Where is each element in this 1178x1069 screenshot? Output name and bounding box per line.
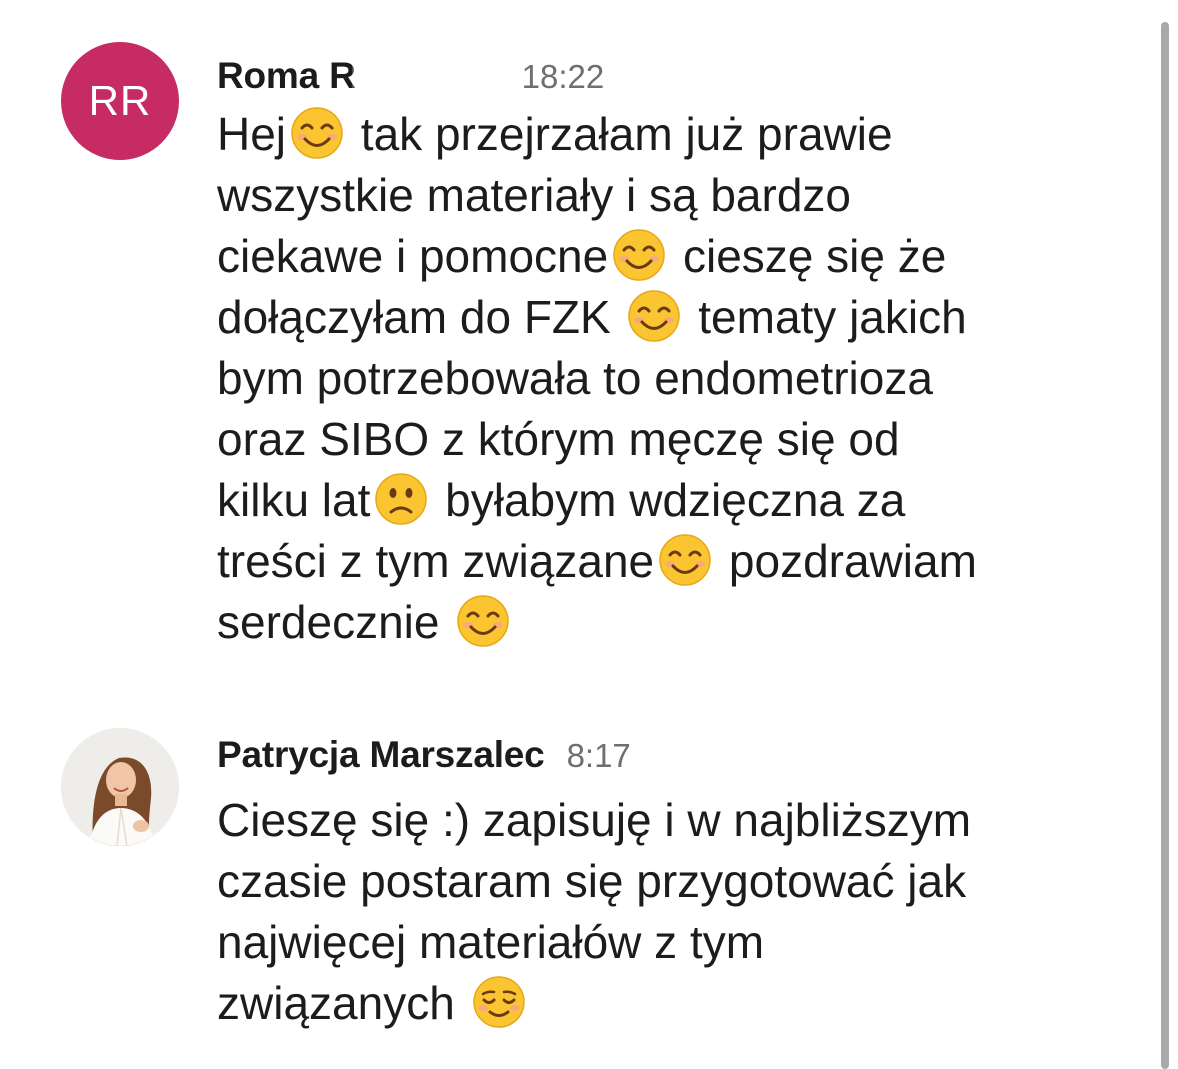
smile-emoji-icon xyxy=(456,594,510,648)
message-line: wszystkie materiały i są bardzo xyxy=(217,165,1117,226)
message-time: 8:17 xyxy=(566,737,631,774)
message-text-segment: pozdrawiam xyxy=(716,535,977,587)
message-text-segment: bym potrzebowała to endometrioza xyxy=(217,352,933,404)
message-text-segment: cieszę się że xyxy=(670,230,947,282)
profile-photo-icon xyxy=(61,728,179,846)
message-text-segment: tak przejrzałam już prawie xyxy=(348,108,893,160)
message-text-segment: Hej xyxy=(217,108,287,160)
message-text-segment: Cieszę się :) zapisuję i w najbliższym xyxy=(217,794,972,846)
message-text-segment: związanych xyxy=(217,977,468,1029)
message-line: najwięcej materiałów z tym xyxy=(217,912,1117,973)
message-text-segment: najwięcej materiałów z tym xyxy=(217,916,765,968)
message-text: Hej tak przejrzałam już prawie wszystkie … xyxy=(217,104,1117,653)
message-text-segment: oraz SIBO z którym męczę się od xyxy=(217,413,900,465)
message-line: bym potrzebowała to endometrioza xyxy=(217,348,1117,409)
avatar[interactable]: RR xyxy=(61,42,179,160)
smile-emoji-icon xyxy=(612,228,666,282)
message-line: oraz SIBO z którym męczę się od xyxy=(217,409,1117,470)
message-text-segment: czasie postaram się przygotować jak xyxy=(217,855,967,907)
smile-emoji-icon xyxy=(627,289,681,343)
chat-thread: RR Roma R 18:22 Hej tak przejrzałam już … xyxy=(0,0,1178,1069)
message-text: Cieszę się :) zapisuję i w najbliższym cz… xyxy=(217,790,1117,1034)
message-line: Hej tak przejrzałam już prawie xyxy=(217,104,1117,165)
sender-name[interactable]: Patrycja Marszalec xyxy=(217,734,545,776)
message-header: Roma R 18:22 xyxy=(217,48,1117,96)
message-time: 18:22 xyxy=(521,58,605,95)
relieved-emoji-icon xyxy=(472,975,526,1029)
message-line: serdecznie xyxy=(217,592,1117,653)
message-text-segment: dołączyłam do FZK xyxy=(217,291,624,343)
message-content: Roma R 18:22 Hej tak przejrzałam już pra… xyxy=(217,48,1117,653)
message-line: dołączyłam do FZK tematy jakich xyxy=(217,287,1117,348)
message-line: kilku lat byłabym wdzięczna za xyxy=(217,470,1117,531)
message-text-segment: serdecznie xyxy=(217,596,453,648)
message-line: treści z tym związane pozdrawiam xyxy=(217,531,1117,592)
message-header: Patrycja Marszalec 8:17 xyxy=(217,734,1117,782)
message-text-segment: kilku lat xyxy=(217,474,371,526)
frown-emoji-icon xyxy=(374,472,428,526)
message-text-segment: treści z tym związane xyxy=(217,535,655,587)
message-text-segment: tematy jakich xyxy=(685,291,967,343)
message-text-segment: byłabym wdzięczna za xyxy=(432,474,906,526)
avatar[interactable] xyxy=(61,728,179,846)
message-text-segment: ciekawe i pomocne xyxy=(217,230,609,282)
smile-emoji-icon xyxy=(290,106,344,160)
sender-name[interactable]: Roma R xyxy=(217,55,356,97)
message-content: Patrycja Marszalec 8:17 Cieszę się :) za… xyxy=(217,734,1117,1034)
message-line: związanych xyxy=(217,973,1117,1034)
message-line: ciekawe i pomocne cieszę się że xyxy=(217,226,1117,287)
smile-emoji-icon xyxy=(658,533,712,587)
scrollbar[interactable] xyxy=(1161,22,1169,1069)
message-line: czasie postaram się przygotować jak xyxy=(217,851,1117,912)
message-line: Cieszę się :) zapisuję i w najbliższym xyxy=(217,790,1117,851)
message-text-segment: wszystkie materiały i są bardzo xyxy=(217,169,851,221)
avatar-initials: RR xyxy=(88,77,152,124)
